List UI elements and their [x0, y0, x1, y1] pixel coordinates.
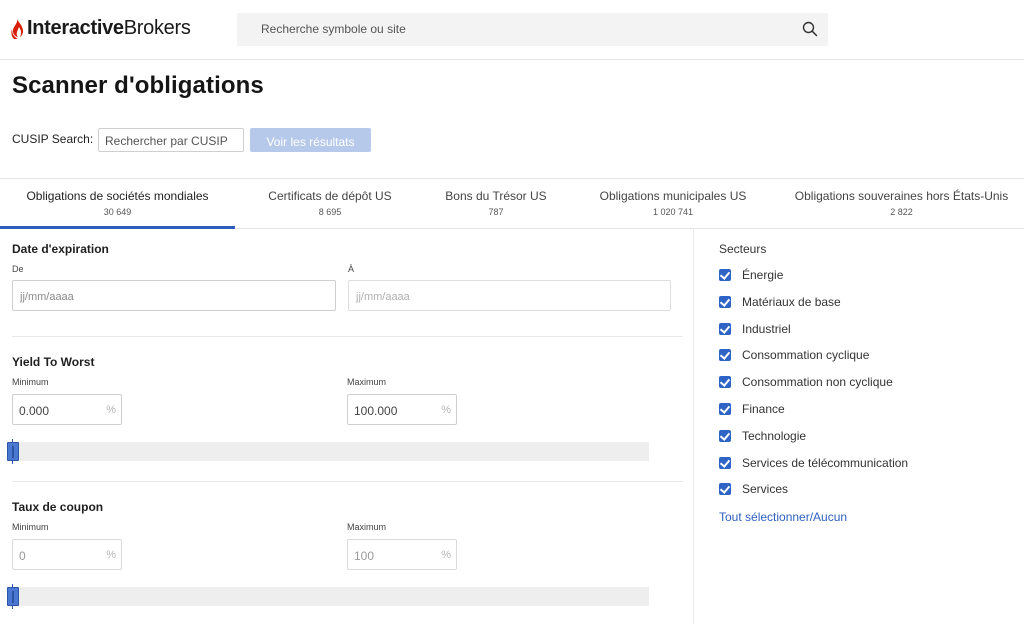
- tab-us-certificates-of-deposit[interactable]: Certificats de dépôt US 8 695: [235, 179, 425, 229]
- ytw-min-value: 0.000: [19, 404, 50, 418]
- tab-count: 787: [488, 207, 504, 217]
- checkbox-checked-icon[interactable]: [719, 349, 731, 361]
- sector-consumer-cyclical[interactable]: Consommation cyclique: [719, 347, 869, 363]
- coupon-max-input[interactable]: 100 %: [347, 539, 457, 570]
- search-icon[interactable]: [802, 21, 818, 37]
- bond-type-tabs: Obligations de sociétés mondiales 30 649…: [0, 178, 1024, 229]
- select-all-none-link[interactable]: Tout sélectionner/Aucun: [719, 510, 847, 524]
- expiration-from-input[interactable]: jj/mm/aaaa: [12, 280, 336, 311]
- percent-unit: %: [106, 549, 116, 561]
- tab-count: 30 649: [103, 207, 132, 217]
- checkbox-checked-icon[interactable]: [719, 269, 731, 281]
- tab-count: 8 695: [318, 207, 342, 217]
- page-title: Scanner d'obligations: [12, 72, 264, 99]
- coupon-min-label: Minimum: [12, 522, 49, 532]
- sector-label: Matériaux de base: [742, 295, 841, 309]
- cusip-search-input[interactable]: Rechercher par CUSIP: [98, 128, 244, 152]
- ytw-min-input[interactable]: 0.000 %: [12, 394, 122, 425]
- sector-financial[interactable]: Finance: [719, 401, 785, 417]
- percent-unit: %: [441, 549, 451, 561]
- checkbox-checked-icon[interactable]: [719, 430, 731, 442]
- sector-communications[interactable]: Services de télécommunication: [719, 455, 908, 471]
- sectors-title: Secteurs: [719, 242, 767, 256]
- tab-us-municipal-bonds[interactable]: Obligations municipales US 1 020 741: [567, 179, 779, 229]
- logo-text: InteractiveBrokers: [27, 17, 191, 39]
- sector-utilities[interactable]: Services: [719, 481, 788, 497]
- tab-us-treasury-bills[interactable]: Bons du Trésor US 787: [425, 179, 567, 229]
- site-search-input[interactable]: Recherche symbole ou site: [237, 13, 828, 46]
- date-placeholder: jj/mm/aaaa: [20, 291, 74, 303]
- coupon-slider-handle[interactable]: [7, 587, 19, 606]
- ytw-max-label: Maximum: [347, 377, 387, 387]
- coupon-max-label: Maximum: [347, 522, 387, 532]
- ytw-title: Yield To Worst: [12, 355, 95, 369]
- tab-count: 1 020 741: [652, 207, 694, 217]
- coupon-min-input[interactable]: 0 %: [12, 539, 122, 570]
- tab-label: Bons du Trésor US: [445, 189, 547, 203]
- search-placeholder: Recherche symbole ou site: [261, 22, 406, 36]
- sector-label: Consommation cyclique: [742, 348, 870, 362]
- sector-basic-materials[interactable]: Matériaux de base: [719, 294, 841, 310]
- sector-label: Services de télécommunication: [742, 456, 909, 470]
- ytw-min-label: Minimum: [12, 377, 49, 387]
- sector-technology[interactable]: Technologie: [719, 428, 806, 444]
- divider: [12, 481, 683, 482]
- percent-unit: %: [441, 404, 451, 416]
- cusip-placeholder: Rechercher par CUSIP: [105, 134, 228, 148]
- sector-label: Services: [742, 482, 789, 496]
- sector-label: Industriel: [742, 322, 791, 336]
- sector-label: Technologie: [742, 429, 807, 443]
- coupon-slider-track[interactable]: [12, 587, 649, 606]
- sector-label: Énergie: [742, 268, 784, 282]
- tab-non-us-sovereign-bonds[interactable]: Obligations souveraines hors États-Unis …: [779, 179, 1024, 229]
- sector-industrial[interactable]: Industriel: [719, 321, 791, 337]
- ytw-slider-handle[interactable]: [7, 442, 19, 461]
- tab-global-corporate-bonds[interactable]: Obligations de sociétés mondiales 30 649: [0, 179, 235, 229]
- sector-label: Consommation non cyclique: [742, 375, 893, 389]
- flame-logo-icon: [11, 17, 24, 39]
- checkbox-checked-icon[interactable]: [719, 457, 731, 469]
- expiration-date-title: Date d'expiration: [12, 242, 109, 256]
- cusip-label: CUSIP Search:: [12, 132, 94, 146]
- coupon-max-value: 100: [354, 549, 375, 563]
- ytw-max-input[interactable]: 100.000 %: [347, 394, 457, 425]
- to-label: À: [348, 264, 355, 274]
- tab-label: Obligations municipales US: [599, 189, 747, 203]
- checkbox-checked-icon[interactable]: [719, 403, 731, 415]
- date-placeholder: jj/mm/aaaa: [356, 291, 410, 303]
- coupon-min-value: 0: [19, 549, 26, 563]
- panel-divider: [693, 229, 694, 624]
- expiration-to-input[interactable]: jj/mm/aaaa: [348, 280, 671, 311]
- sector-consumer-non-cyclical[interactable]: Consommation non cyclique: [719, 374, 893, 390]
- ytw-slider-track[interactable]: [12, 442, 649, 461]
- tab-label: Obligations souveraines hors États-Unis: [794, 189, 1009, 203]
- sector-energy[interactable]: Énergie: [719, 267, 783, 283]
- tab-count: 2 822: [890, 207, 913, 217]
- divider: [12, 336, 683, 337]
- tab-label: Obligations de sociétés mondiales: [26, 189, 209, 203]
- view-results-button[interactable]: Voir les résultats: [250, 128, 371, 152]
- checkbox-checked-icon[interactable]: [719, 323, 731, 335]
- ytw-max-value: 100.000: [354, 404, 398, 418]
- sector-label: Finance: [742, 402, 785, 416]
- checkbox-checked-icon[interactable]: [719, 376, 731, 388]
- checkbox-checked-icon[interactable]: [719, 296, 731, 308]
- percent-unit: %: [106, 404, 116, 416]
- checkbox-checked-icon[interactable]: [719, 483, 731, 495]
- logo[interactable]: InteractiveBrokers: [10, 17, 191, 40]
- coupon-title: Taux de coupon: [12, 500, 104, 514]
- from-label: De: [12, 264, 24, 274]
- tab-label: Certificats de dépôt US: [268, 189, 392, 203]
- top-header: InteractiveBrokers Recherche symbole ou …: [0, 0, 1024, 60]
